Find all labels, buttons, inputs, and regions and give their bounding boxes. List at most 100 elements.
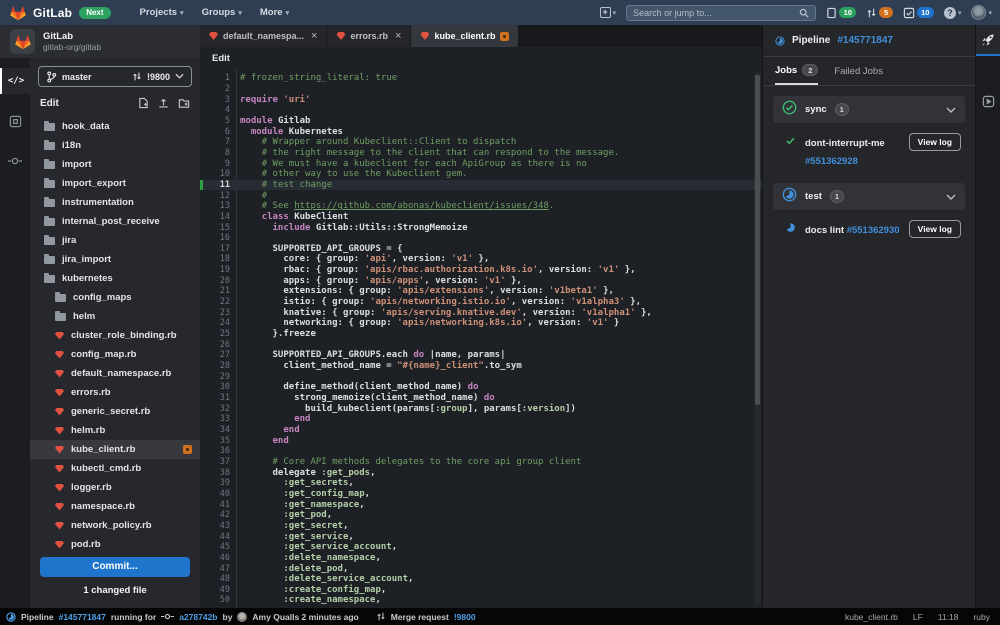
editor-scrollbar[interactable] <box>754 73 761 605</box>
pipeline-id-link[interactable]: #145771847 <box>837 35 893 46</box>
tree-item-import_export[interactable]: import_export <box>30 174 200 193</box>
tree-item-helm[interactable]: helm <box>30 307 200 326</box>
tree-item-instrumentation[interactable]: instrumentation <box>30 193 200 212</box>
code-line[interactable]: 35 end <box>200 435 762 446</box>
tab-jobs[interactable]: Jobs 2 <box>775 57 819 85</box>
code-line[interactable]: 34 end <box>200 425 762 436</box>
code-line[interactable]: 2 <box>200 84 762 95</box>
scrollbar-thumb[interactable] <box>755 75 760 405</box>
tree-item-jira[interactable]: jira <box>30 231 200 250</box>
code-line[interactable]: 37 # Core API methods delegates to the c… <box>200 457 762 468</box>
tree-item-kubernetes[interactable]: kubernetes <box>30 269 200 288</box>
commit-button[interactable]: Commit... <box>40 556 190 577</box>
stage-header-sync[interactable]: sync 1 <box>773 96 965 123</box>
code-line[interactable]: 28 client_method_name = "#{name}_client"… <box>200 361 762 372</box>
code-line[interactable]: 13 # See https://github.com/abonas/kubec… <box>200 201 762 212</box>
upload-icon[interactable] <box>158 97 169 109</box>
close-icon[interactable]: × <box>311 31 317 42</box>
code-line[interactable]: 21 extensions: { group: 'apis/extensions… <box>200 286 762 297</box>
view-log-button[interactable]: View log <box>908 220 961 238</box>
menu-projects[interactable]: Projects ▾ <box>140 7 184 18</box>
code-line[interactable]: 27 SUPPORTED_API_GROUPS.each do |name, p… <box>200 350 762 361</box>
search-input[interactable] <box>633 7 796 18</box>
job-id-link[interactable]: #551362928 <box>805 156 858 167</box>
user-menu[interactable]: ▾ <box>971 5 992 20</box>
edit-mode-button[interactable]: </> <box>0 68 30 94</box>
code-line[interactable]: 29 <box>200 371 762 382</box>
tree-item-network_policy.rb[interactable]: network_policy.rb <box>30 516 200 535</box>
code-line[interactable]: 17 SUPPORTED_API_GROUPS = { <box>200 244 762 255</box>
tree-item-config_maps[interactable]: config_maps <box>30 288 200 307</box>
project-header[interactable]: GitLab gitlab-org/gitlab <box>0 25 200 58</box>
code-line[interactable]: 4 <box>200 105 762 116</box>
code-line[interactable]: 5 module Gitlab <box>200 116 762 127</box>
review-mode-button[interactable] <box>0 108 30 134</box>
code-line[interactable]: 12 # <box>200 190 762 201</box>
code-line[interactable]: 11 # test change <box>200 179 762 191</box>
code-line[interactable]: 30 define_method(client_method_name) do <box>200 382 762 393</box>
code-editor[interactable]: 1 # frozen_string_literal: true 2 3 require … <box>200 70 762 608</box>
code-line[interactable]: 33 end <box>200 414 762 425</box>
pipeline-tab-button[interactable] <box>975 25 1000 56</box>
pipeline-id-link[interactable]: #145771847 <box>59 612 106 622</box>
code-line[interactable]: 44 :get_service, <box>200 531 762 542</box>
code-line[interactable]: 41 :get_namespace, <box>200 499 762 510</box>
code-line[interactable]: 31 strong_memoize(client_method_name) do <box>200 393 762 404</box>
code-line[interactable]: 50 :create_namespace, <box>200 595 762 606</box>
code-line[interactable]: 19 rbac: { group: 'apis/rbac.authorizati… <box>200 265 762 276</box>
code-line[interactable]: 45 :get_service_account, <box>200 542 762 553</box>
code-line[interactable]: 48 :delete_service_account, <box>200 574 762 585</box>
merge-requests-indicator[interactable]: 5 <box>866 7 893 19</box>
merge-request-link[interactable]: !9800 <box>454 612 476 622</box>
code-line[interactable]: 49 :create_config_map, <box>200 585 762 596</box>
job-id-link[interactable]: #551362930 <box>847 225 900 236</box>
live-preview-button[interactable] <box>976 86 1000 117</box>
view-log-button[interactable]: View log <box>908 133 961 151</box>
tree-item-i18n[interactable]: i18n <box>30 136 200 155</box>
new-file-icon[interactable] <box>138 97 149 109</box>
code-line[interactable]: 24 networking: { group: 'apis/networking… <box>200 318 762 329</box>
code-line[interactable]: 10 # other way to use the Kubeclient gem… <box>200 169 762 180</box>
tree-item-pod.rb[interactable]: pod.rb <box>30 535 200 550</box>
tree-item-kubectl_cmd.rb[interactable]: kubectl_cmd.rb <box>30 459 200 478</box>
tree-item-kube_client.rb[interactable]: kube_client.rb <box>30 440 200 459</box>
code-line[interactable]: 40 :get_config_map, <box>200 489 762 500</box>
tree-item-cluster_role_binding.rb[interactable]: cluster_role_binding.rb <box>30 326 200 345</box>
tree-item-config_map.rb[interactable]: config_map.rb <box>30 345 200 364</box>
search-box[interactable] <box>626 4 817 21</box>
code-line[interactable]: 7 # Wrapper around Kubeclient::Client to… <box>200 137 762 148</box>
code-line[interactable]: 32 build_kubeclient(params[:group], para… <box>200 403 762 414</box>
code-line[interactable]: 15 include Gitlab::Utils::StrongMemoize <box>200 222 762 233</box>
editor-tab-default_namespa...[interactable]: default_namespa... × <box>200 25 328 47</box>
status-eol[interactable]: LF <box>913 612 923 622</box>
code-line[interactable]: 20 apps: { group: 'apis/apps', version: … <box>200 275 762 286</box>
code-line[interactable]: 46 :delete_namespace, <box>200 553 762 564</box>
editor-tab-kube_client.rb[interactable]: kube_client.rb <box>411 25 520 47</box>
code-line[interactable]: 47 :delete_pod, <box>200 563 762 574</box>
help-menu[interactable]: ? ▾ <box>943 6 961 19</box>
code-line[interactable]: 6 module Kubernetes <box>200 126 762 137</box>
gitlab-logo-icon[interactable] <box>10 5 26 21</box>
commit-sha-link[interactable]: a278742b <box>179 612 217 622</box>
code-line[interactable]: 18 core: { group: 'api', version: 'v1' }… <box>200 254 762 265</box>
tree-item-generic_secret.rb[interactable]: generic_secret.rb <box>30 402 200 421</box>
tree-item-errors.rb[interactable]: errors.rb <box>30 383 200 402</box>
code-line[interactable]: 26 <box>200 339 762 350</box>
new-menu-button[interactable]: + ▾ <box>599 7 616 18</box>
brand-title[interactable]: GitLab <box>33 6 72 20</box>
status-filename[interactable]: kube_client.rb <box>845 612 898 622</box>
tree-item-jira_import[interactable]: jira_import <box>30 250 200 269</box>
code-line[interactable]: 23 knative: { group: 'apis/serving.knati… <box>200 307 762 318</box>
code-line[interactable]: 8 # the right message to the client that… <box>200 148 762 159</box>
editor-tab-errors.rb[interactable]: errors.rb × <box>327 25 412 47</box>
code-line[interactable]: 3 require 'uri' <box>200 94 762 105</box>
new-folder-icon[interactable] <box>178 97 190 109</box>
commit-mode-button[interactable] <box>0 148 30 174</box>
code-line[interactable]: 36 <box>200 446 762 457</box>
code-line[interactable]: 25 }.freeze <box>200 329 762 340</box>
code-line[interactable]: 1 # frozen_string_literal: true <box>200 73 762 84</box>
tab-failed-jobs[interactable]: Failed Jobs <box>834 57 883 85</box>
code-line[interactable]: 42 :get_pod, <box>200 510 762 521</box>
code-line[interactable]: 14 class KubeClient <box>200 212 762 223</box>
code-line[interactable]: 22 istio: { group: 'apis/networking.isti… <box>200 297 762 308</box>
